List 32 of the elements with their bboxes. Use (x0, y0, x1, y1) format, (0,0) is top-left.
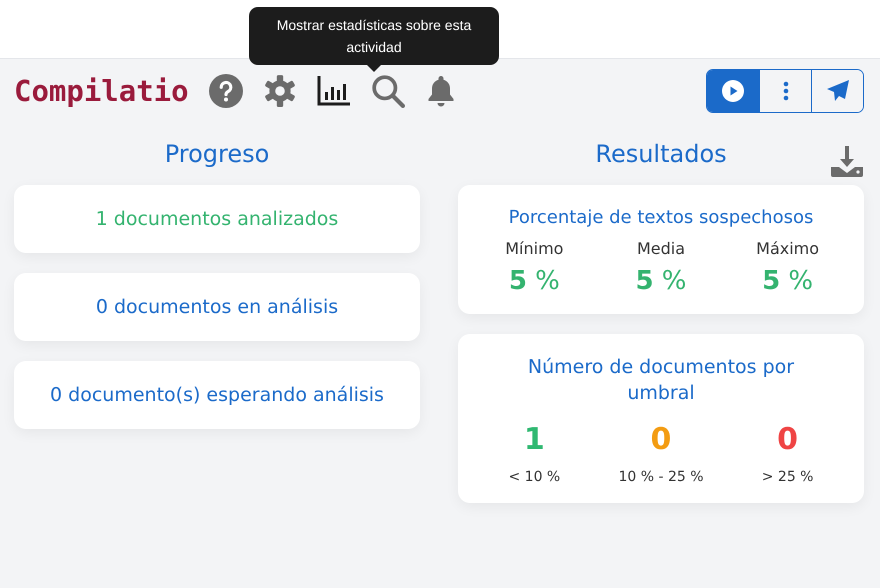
threshold-count: 0 (777, 422, 798, 457)
download-icon[interactable] (830, 145, 864, 177)
threshold-label: > 25 % (762, 469, 814, 485)
threshold-label: 10 % - 25 % (618, 469, 704, 485)
progress-text: 0 documento(s) esperando análisis (50, 384, 384, 406)
stat-label: Mínimo (505, 239, 564, 258)
stat-value: 5 % (762, 266, 814, 296)
stat-value: 5 % (635, 266, 687, 296)
bar-chart-icon[interactable] (316, 75, 351, 107)
tooltip: Mostrar estadísticas sobre esta actividad (249, 7, 499, 65)
help-icon[interactable] (208, 74, 243, 108)
paper-plane-icon (826, 79, 850, 103)
progress-text: 1 documentos analizados (96, 208, 338, 230)
card-title: Número de documentos por umbral (526, 355, 796, 406)
logo: Compilatio (14, 74, 189, 108)
stat-label: Media (636, 239, 686, 258)
search-icon[interactable] (370, 74, 405, 108)
play-icon (721, 79, 745, 103)
tooltip-arrow (367, 65, 381, 72)
play-button[interactable] (707, 70, 759, 112)
progress-text: 0 documentos en análisis (96, 296, 338, 318)
stat-label: Máximo (756, 239, 820, 258)
stat-value: 5 % (508, 266, 560, 296)
section-title: Resultados (595, 140, 727, 168)
kebab-menu-icon (782, 81, 788, 101)
threshold-label: < 10 % (508, 469, 560, 485)
threshold-count: 1 (524, 422, 545, 457)
send-button[interactable] (811, 70, 863, 112)
threshold-count: 0 (650, 422, 672, 457)
settings-icon[interactable] (262, 74, 297, 108)
section-title: Progreso (164, 140, 270, 168)
card-title: Porcentaje de textos sospechosos (508, 206, 814, 230)
